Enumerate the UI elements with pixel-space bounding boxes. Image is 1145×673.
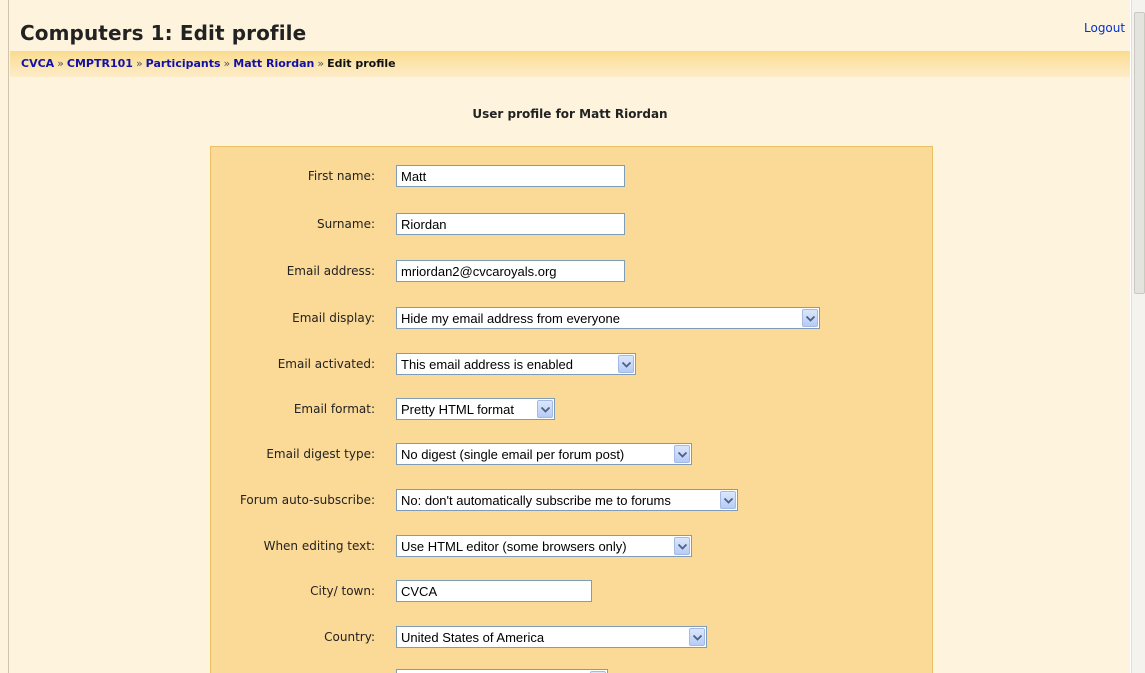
breadcrumb-separator: » [223, 57, 231, 70]
profile-form: First name: Matt Surname: Riordan Email … [210, 146, 933, 673]
email-display-value: Hide my email address from everyone [401, 311, 620, 326]
page: Computers 1: Edit profile Logout CVCA» CM… [0, 0, 1130, 673]
breadcrumb-separator: » [317, 57, 325, 70]
breadcrumb-course-link[interactable]: CMPTR101 [67, 57, 133, 70]
navbar: CVCA» CMPTR101» Participants» Matt Riordan»… [10, 51, 1130, 77]
breadcrumb-separator: » [57, 57, 64, 70]
email-activated-label: Email activated: [277, 357, 375, 371]
chevron-down-icon[interactable] [720, 491, 736, 509]
logout-link[interactable]: Logout [1084, 21, 1125, 35]
vertical-scrollbar[interactable] [1131, 0, 1145, 673]
editing-text-value: Use HTML editor (some browsers only) [401, 539, 627, 554]
forum-autosubscribe-label: Forum auto-subscribe: [239, 493, 375, 507]
email-digest-label: Email digest type: [266, 447, 375, 461]
breadcrumb: CVCA» CMPTR101» Participants» Matt Riordan»… [21, 57, 396, 70]
surname-input[interactable]: Riordan [396, 213, 625, 235]
breadcrumb-separator: » [135, 57, 143, 70]
forum-autosubscribe-value: No: don't automatically subscribe me to … [401, 493, 671, 508]
email-digest-value: No digest (single email per forum post) [401, 447, 625, 462]
first-name-input[interactable]: Matt [396, 165, 625, 187]
chevron-down-icon[interactable] [674, 445, 690, 463]
breadcrumb-current: Edit profile [327, 57, 396, 70]
scrollbar-thumb[interactable] [1134, 12, 1145, 294]
email-address-label: Email address: [286, 264, 375, 278]
chevron-down-icon[interactable] [689, 628, 705, 646]
email-address-input[interactable]: mriordan2@cvcaroyals.org [396, 260, 625, 282]
next-field-select[interactable] [396, 669, 608, 673]
country-label: Country: [324, 630, 375, 644]
country-select[interactable]: United States of America [396, 626, 707, 648]
breadcrumb-site-link[interactable]: CVCA [21, 57, 54, 70]
profile-heading: User profile for Matt Riordan [472, 107, 668, 121]
chevron-down-icon[interactable] [802, 309, 818, 327]
chevron-down-icon[interactable] [674, 537, 690, 555]
breadcrumb-participants-link[interactable]: Participants [146, 57, 221, 70]
city-label: City/ town: [310, 584, 375, 598]
email-digest-select[interactable]: No digest (single email per forum post) [396, 443, 692, 465]
email-display-label: Email display: [292, 311, 375, 325]
email-display-select[interactable]: Hide my email address from everyone [396, 307, 820, 329]
forum-autosubscribe-select[interactable]: No: don't automatically subscribe me to … [396, 489, 738, 511]
email-format-value: Pretty HTML format [401, 402, 514, 417]
first-name-label: First name: [307, 169, 375, 183]
page-title: Computers 1: Edit profile [20, 21, 307, 45]
chevron-down-icon[interactable] [537, 400, 553, 418]
editing-text-label: When editing text: [263, 539, 375, 553]
surname-label: Surname: [316, 217, 375, 231]
editing-text-select[interactable]: Use HTML editor (some browsers only) [396, 535, 692, 557]
left-border [8, 0, 9, 673]
country-value: United States of America [401, 630, 545, 645]
city-input[interactable]: CVCA [396, 580, 592, 602]
breadcrumb-user-link[interactable]: Matt Riordan [233, 57, 314, 70]
email-format-label: Email format: [293, 402, 375, 416]
chevron-down-icon[interactable] [618, 355, 634, 373]
email-activated-select[interactable]: This email address is enabled [396, 353, 636, 375]
email-format-select[interactable]: Pretty HTML format [396, 398, 555, 420]
email-activated-value: This email address is enabled [401, 357, 573, 372]
